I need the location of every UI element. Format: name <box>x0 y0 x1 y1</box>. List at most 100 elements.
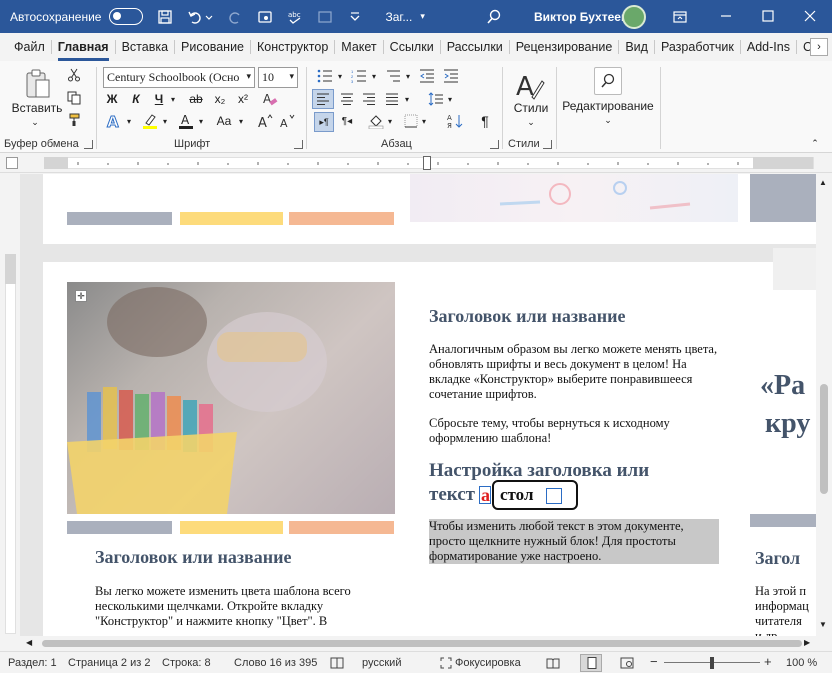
change-case-button[interactable]: Aa <box>212 112 236 130</box>
font-name-combo[interactable]: Century Schoolbook (Осно ▾ <box>103 67 255 88</box>
tab-view[interactable]: Вид <box>619 40 655 54</box>
tab-review[interactable]: Рецензирование <box>510 40 620 54</box>
redo-icon[interactable] <box>227 9 243 25</box>
chevron-down-icon[interactable]: ⌄ <box>524 117 538 127</box>
minimize-icon[interactable] <box>718 8 734 24</box>
save-icon[interactable] <box>157 9 173 25</box>
editing-label[interactable]: Редактирование <box>562 99 654 113</box>
rtl-direction-icon[interactable]: ¶◂ <box>338 112 356 130</box>
scroll-down-icon[interactable]: ▼ <box>819 620 827 629</box>
undo-dropdown-icon[interactable] <box>205 9 213 25</box>
scroll-up-icon[interactable]: ▲ <box>819 178 827 187</box>
chevron-down-icon[interactable]: ▾ <box>386 112 394 130</box>
collapse-ribbon-icon[interactable]: ⌃ <box>808 137 822 149</box>
customize-icon[interactable] <box>317 9 333 25</box>
paragraph-launcher-icon[interactable] <box>490 140 499 149</box>
mid-heading[interactable]: Заголовок или название <box>429 306 626 327</box>
chevron-down-icon[interactable]: ▾ <box>420 112 428 130</box>
grow-font-icon[interactable]: A <box>256 112 274 130</box>
autocorrect-callout[interactable]: стол <box>492 480 578 510</box>
horizontal-ruler[interactable] <box>0 153 832 173</box>
mid-heading-2-line1[interactable]: Настройка заголовка или <box>429 460 649 482</box>
sort-icon[interactable]: AЯ <box>446 112 464 130</box>
font-size-combo[interactable]: 10 ▾ <box>258 67 298 88</box>
tab-home[interactable]: Главная <box>52 40 116 61</box>
text-effects-icon[interactable]: A <box>104 112 124 130</box>
autocorrect-letter[interactable]: а <box>479 485 491 505</box>
styles-launcher-icon[interactable] <box>543 140 552 149</box>
qat-more-icon[interactable] <box>347 9 363 25</box>
copy-icon[interactable] <box>66 90 82 106</box>
chevron-down-icon[interactable]: ▾ <box>336 67 344 85</box>
avatar[interactable] <box>622 5 646 29</box>
right-paragraph[interactable]: На этой п информац читателя и др <box>755 584 816 636</box>
tab-addins[interactable]: Add-Ins <box>741 40 797 54</box>
status-page[interactable]: Страница 2 из 2 <box>68 657 150 669</box>
vertical-scrollbar[interactable]: ▲ ▼ <box>816 174 832 636</box>
maximize-icon[interactable] <box>760 8 776 24</box>
justify-icon[interactable] <box>383 90 401 108</box>
scroll-right-icon[interactable]: ▶ <box>804 638 810 647</box>
zoom-slider-thumb[interactable] <box>710 657 714 669</box>
mid-paragraph-2[interactable]: Сбросьте тему, чтобы вернуться к исходно… <box>429 416 725 446</box>
right-heading[interactable]: Загол <box>755 548 800 569</box>
align-right-icon[interactable] <box>360 90 378 108</box>
tab-layout[interactable]: Макет <box>335 40 384 54</box>
chevron-down-icon[interactable]: ▾ <box>196 112 206 130</box>
vertical-ruler[interactable] <box>0 174 20 636</box>
right-quote-line2[interactable]: кру <box>765 408 810 440</box>
styles-gallery-icon[interactable]: A <box>512 67 548 103</box>
chevron-down-icon[interactable]: ▾ <box>160 112 170 130</box>
bold-button[interactable]: Ж <box>103 90 121 108</box>
spelling-icon[interactable]: abc <box>287 9 303 25</box>
bullets-icon[interactable] <box>314 67 336 85</box>
user-name[interactable]: Виктор Бухтеев <box>534 10 628 24</box>
chevron-down-icon[interactable]: ▾ <box>370 67 378 85</box>
highlight-color-icon[interactable] <box>140 112 160 130</box>
find-icon[interactable] <box>594 67 622 95</box>
scroll-left-icon[interactable]: ◀ <box>26 638 32 647</box>
scroll-thumb[interactable] <box>820 384 828 494</box>
zoom-in-icon[interactable]: + <box>764 654 772 669</box>
chevron-down-icon[interactable]: ▾ <box>403 90 411 108</box>
clear-formatting-icon[interactable]: A <box>260 90 280 108</box>
tab-developer[interactable]: Разработчик <box>655 40 741 54</box>
subscript-button[interactable]: x₂ <box>211 90 229 108</box>
font-color-icon[interactable]: A <box>176 112 196 130</box>
clipboard-launcher-icon[interactable] <box>84 140 93 149</box>
cut-icon[interactable] <box>66 67 82 83</box>
tabs-scroll-right-icon[interactable]: › <box>810 38 828 56</box>
mid-paragraph-1[interactable]: Аналогичным образом вы легко можете меня… <box>429 342 725 402</box>
underline-button[interactable]: Ч <box>150 90 168 108</box>
decrease-indent-icon[interactable] <box>418 67 436 85</box>
tab-draw[interactable]: Рисование <box>175 40 251 54</box>
status-words[interactable]: Слово 16 из 395 <box>234 657 317 669</box>
status-line[interactable]: Строка: 8 <box>162 657 211 669</box>
current-page[interactable]: ✛ Заголовок или название Вы легко можете… <box>43 248 816 636</box>
undo-icon[interactable] <box>187 9 203 25</box>
paste-label[interactable]: Вставить <box>12 101 63 115</box>
increase-indent-icon[interactable] <box>442 67 460 85</box>
mid-paragraph-3[interactable]: Чтобы изменить любой текст в этом докуме… <box>429 519 719 564</box>
tab-selector-icon[interactable] <box>6 157 18 169</box>
zoom-out-icon[interactable]: − <box>650 654 658 669</box>
status-language[interactable]: русский <box>362 657 401 669</box>
chevron-down-icon[interactable]: ⌄ <box>601 115 615 125</box>
autocorrect-options-icon[interactable] <box>546 488 562 504</box>
document-title[interactable]: Заг... <box>385 10 412 24</box>
numbering-icon[interactable]: 123 <box>348 67 370 85</box>
left-heading[interactable]: Заголовок или название <box>95 547 292 568</box>
tab-design[interactable]: Конструктор <box>251 40 336 54</box>
left-paragraph[interactable]: Вы легко можете изменить цвета шаблона в… <box>95 584 363 629</box>
document-area[interactable]: ✛ Заголовок или название Вы легко можете… <box>20 174 816 636</box>
horizontal-scrollbar[interactable]: ◀ ▶ <box>20 636 816 651</box>
print-layout-icon[interactable] <box>580 654 602 672</box>
proofing-icon[interactable] <box>330 657 344 672</box>
chevron-down-icon[interactable]: ▾ <box>446 90 454 108</box>
underline-dropdown-icon[interactable]: ▾ <box>168 90 178 108</box>
right-quote-line1[interactable]: «Ра <box>760 370 805 402</box>
strikethrough-button[interactable]: ab <box>186 90 206 108</box>
align-left-icon[interactable] <box>312 89 334 109</box>
line-spacing-icon[interactable] <box>426 90 446 108</box>
paste-icon[interactable] <box>18 67 56 101</box>
